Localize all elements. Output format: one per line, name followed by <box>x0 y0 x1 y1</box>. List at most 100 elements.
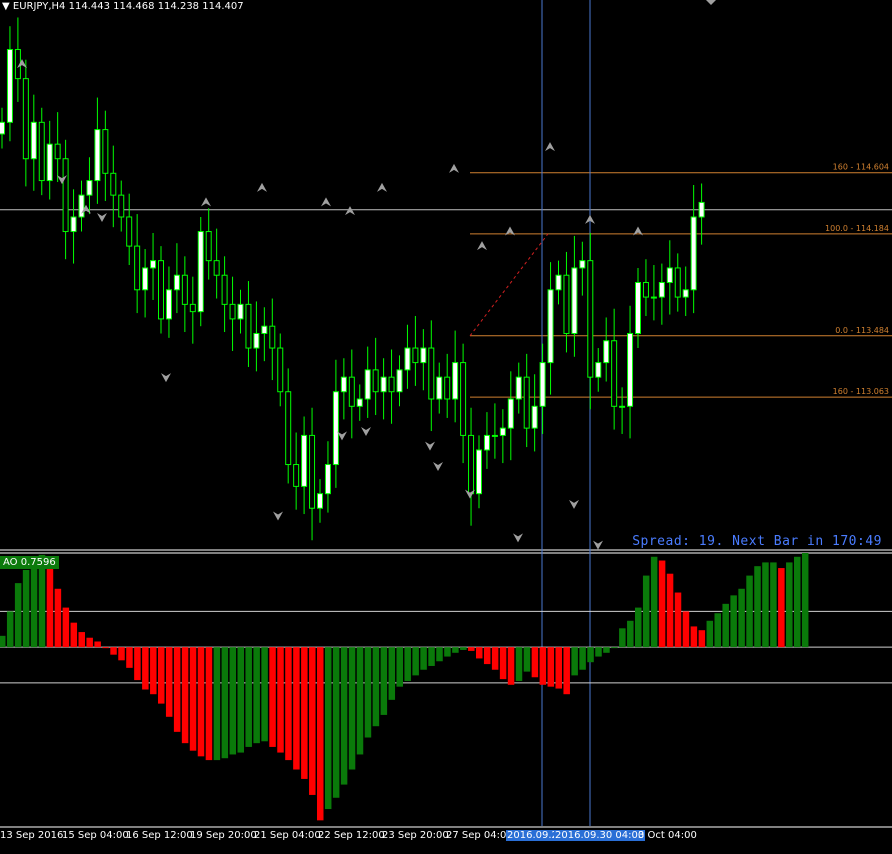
ao-bar <box>293 647 300 770</box>
ao-bar <box>380 647 388 715</box>
ao-bar <box>738 588 745 648</box>
ao-bar <box>706 620 714 648</box>
candle-body <box>293 464 300 487</box>
ao-bar <box>547 647 555 687</box>
ao-bar <box>794 556 801 648</box>
candle-body <box>46 143 53 182</box>
ao-bar <box>468 647 475 651</box>
fractal-down-icon <box>569 499 579 509</box>
fractal-down-icon <box>433 461 443 471</box>
ao-bar <box>619 628 626 648</box>
fibo-level-label: 160 - 114.604 <box>833 163 889 172</box>
candle-body <box>324 464 331 495</box>
chart-canvas[interactable]: 160 - 114.604 100.0 - 114.184 0.0 - 113.48… <box>0 0 892 854</box>
candle-body <box>6 49 13 123</box>
ao-bar <box>372 647 380 727</box>
fractal-up-icon <box>449 163 459 173</box>
x-axis-tick-label: 3 Oct 04:00 <box>638 830 697 841</box>
candle-body <box>189 303 196 313</box>
ao-bar <box>364 647 372 738</box>
ao-bar <box>229 647 237 755</box>
chart-menu-arrow[interactable]: ▼ <box>2 1 10 12</box>
fractal-down-icon <box>513 533 523 543</box>
candle-body <box>78 194 85 218</box>
ao-bar <box>627 620 634 648</box>
ao-bar <box>237 647 244 753</box>
ao-bar <box>428 647 435 666</box>
ao-bar <box>332 647 340 798</box>
ohlc-close: 114.407 <box>202 1 244 12</box>
candle-body <box>126 216 133 247</box>
candle-body <box>277 347 284 393</box>
candle-body <box>603 340 610 364</box>
candle-body <box>404 347 411 371</box>
candle-body <box>205 231 212 262</box>
ao-bar <box>531 647 539 678</box>
fractal-down-icon <box>273 511 283 521</box>
fractal-down-icon <box>593 540 603 550</box>
x-axis-tick-label: 27 Sep 04:00 <box>446 830 513 841</box>
candle-body <box>158 260 164 320</box>
candle-body <box>237 303 244 320</box>
ao-bar <box>309 647 316 795</box>
ao-bar <box>14 583 22 648</box>
ao-bar <box>118 647 125 661</box>
fractal-up-icon <box>257 182 267 192</box>
ao-bar <box>507 647 515 685</box>
candle-body <box>332 391 339 466</box>
ao-bar <box>102 647 109 649</box>
candle-body <box>38 121 45 182</box>
fractal-down-icon <box>706 0 716 5</box>
ao-bar <box>476 647 483 659</box>
ao-bar <box>420 647 427 670</box>
ao-bar <box>285 647 292 761</box>
candle-body <box>197 231 204 313</box>
ao-bar <box>165 647 173 717</box>
candle-body <box>499 427 506 436</box>
symbol-name: EURJPY,H4 <box>12 1 66 12</box>
candle-body <box>165 289 172 320</box>
ohlc-low: 114.238 <box>157 1 200 12</box>
ao-bar <box>499 647 507 680</box>
candle-body <box>229 303 236 320</box>
ao-bar <box>563 647 570 695</box>
candle-body <box>70 216 77 233</box>
candle-body <box>587 260 594 378</box>
candle-body <box>221 274 228 305</box>
candle-body <box>563 274 570 334</box>
candle-body <box>364 369 371 400</box>
fractal-up-icon <box>321 197 331 207</box>
candle-body <box>452 362 459 400</box>
ao-bar <box>515 647 523 682</box>
candle-body <box>523 376 530 429</box>
fractal-up-icon <box>377 182 387 192</box>
fibo-level-label: 100.0 - 114.184 <box>825 224 889 233</box>
ao-indicator-label: AO 0.7596 <box>0 556 59 569</box>
fibo-level-label: 160 - 113.063 <box>833 387 889 396</box>
ao-bar <box>690 626 698 648</box>
ao-bar <box>221 647 229 759</box>
ao-bar <box>722 603 729 648</box>
x-axis-tick-label: 16 Sep 12:00 <box>126 830 193 841</box>
ao-bar <box>571 647 578 676</box>
candle-body <box>134 245 141 291</box>
ao-bar <box>436 647 443 662</box>
candle-body <box>181 274 188 305</box>
ao-bar <box>650 556 658 648</box>
ao-bar <box>324 647 332 810</box>
candle-body <box>619 405 626 408</box>
candle-body <box>420 347 427 364</box>
fibo-trendline[interactable] <box>469 233 549 337</box>
ao-bar <box>754 566 761 648</box>
ao-bar <box>539 647 547 685</box>
candle-body <box>213 260 220 276</box>
ao-bar <box>642 575 650 648</box>
candle-body <box>674 267 681 298</box>
fractal-up-icon <box>545 142 555 152</box>
spread-next-bar-text: Spread: 19. Next Bar in 170:49 <box>632 534 882 549</box>
candle-body <box>444 376 451 400</box>
candle-body <box>627 332 634 407</box>
ao-bar <box>54 588 62 648</box>
candle-body <box>396 369 403 393</box>
candle-body <box>110 172 117 196</box>
